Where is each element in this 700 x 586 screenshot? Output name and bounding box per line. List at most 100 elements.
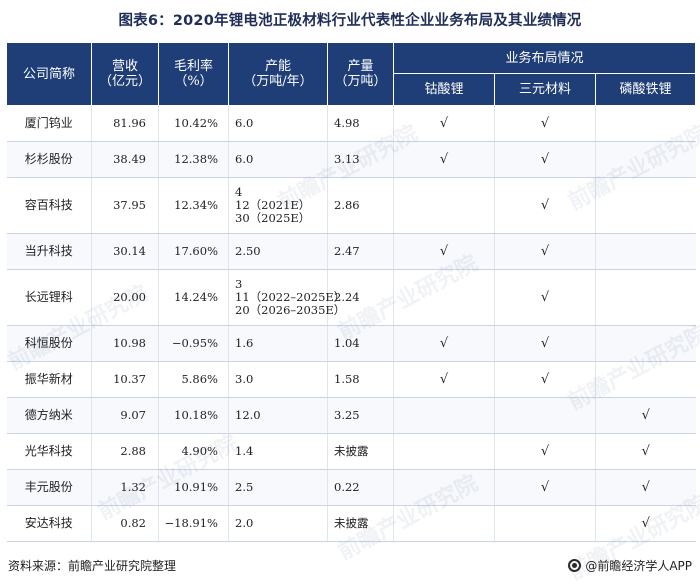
lfp-check: √ [595, 469, 696, 506]
output-cell: 3.25 [327, 397, 394, 434]
lco-check [393, 177, 495, 234]
margin-cell: 12.34% [158, 177, 229, 234]
ncm-check: √ [494, 325, 596, 362]
lco-check [393, 269, 495, 326]
company-name: 当升科技 [6, 233, 92, 270]
capacity-line: 2.50 [235, 244, 261, 258]
lfp-check: √ [595, 433, 696, 470]
lfp-check: √ [595, 397, 696, 434]
table-row: 杉杉股份 38.49 12.38% 6.0 3.13 √ √ [6, 141, 696, 178]
source-note: 资料来源：前瞻产业研究院整理 [8, 559, 177, 573]
table-row: 厦门钨业 81.96 10.42% 6.0 4.98 √ √ [6, 105, 696, 142]
company-name: 长远锂科 [6, 269, 92, 326]
company-name: 振华新材 [6, 361, 92, 398]
data-table: 公司简称 营收 （亿元） 毛利率 （%） 产能 （万吨/年） 产量 （万吨） 业… [6, 42, 697, 542]
table-row: 振华新材 10.37 5.86% 3.0 1.58 √ √ [6, 361, 696, 398]
company-name: 丰元股份 [6, 469, 92, 506]
capacity-cell: 4 12（2021E） 30（2025E） [228, 177, 328, 234]
header-margin-line2: （%） [174, 74, 213, 89]
output-cell: 未披露 [327, 505, 394, 542]
table-row: 当升科技 30.14 17.60% 2.50 2.47 √ √ [6, 233, 696, 270]
lfp-check: √ [595, 505, 696, 542]
company-name: 科恒股份 [6, 325, 92, 362]
ncm-check: √ [494, 105, 596, 142]
company-name: 安达科技 [6, 505, 92, 542]
table-row: 丰元股份 1.32 10.91% 2.5 0.22 √ √ [6, 469, 696, 506]
capacity-cell: 2.0 [228, 505, 328, 542]
margin-cell: 10.18% [158, 397, 229, 434]
lco-check [393, 505, 495, 542]
output-cell: 0.22 [327, 469, 394, 506]
header-capacity: 产能 （万吨/年） [228, 42, 328, 106]
header-lfp: 磷酸铁锂 [594, 73, 697, 106]
revenue-cell: 81.96 [91, 105, 159, 142]
lfp-check [595, 325, 696, 362]
header-revenue-line2: （亿元） [98, 74, 151, 89]
revenue-cell: 1.32 [91, 469, 159, 506]
margin-cell: −18.91% [158, 505, 229, 542]
capacity-cell: 3 11（2022–2025E） 20（2026–2035E） [228, 269, 346, 326]
lfp-check [595, 269, 696, 326]
capacity-line: 6.0 [235, 116, 254, 130]
ncm-check: √ [494, 269, 596, 326]
output-cell: 2.47 [327, 233, 394, 270]
margin-cell: 4.90% [158, 433, 229, 470]
capacity-line: 3.0 [235, 372, 254, 386]
ncm-check: √ [494, 361, 596, 398]
ncm-check: √ [494, 469, 596, 506]
header-revenue-line1: 营收 [111, 59, 138, 74]
company-name: 德方纳米 [6, 397, 92, 434]
lco-check: √ [393, 233, 495, 270]
lco-check: √ [393, 325, 495, 362]
header-capacity-line2: （万吨/年） [243, 74, 313, 89]
header-revenue: 营收 （亿元） [91, 42, 159, 106]
header-capacity-line1: 产能 [264, 59, 291, 74]
capacity-cell: 6.0 [228, 141, 328, 178]
lfp-check [595, 233, 696, 270]
output-cell: 2.24 [327, 269, 394, 326]
lfp-check [595, 105, 696, 142]
margin-cell: 14.24% [158, 269, 229, 326]
capacity-cell: 2.5 [228, 469, 328, 506]
header-margin: 毛利率 （%） [158, 42, 229, 106]
table-row: 安达科技 0.82 −18.91% 2.0 未披露 √ [6, 505, 696, 542]
lco-check [393, 433, 495, 470]
output-cell: 2.86 [327, 177, 394, 234]
output-cell: 未披露 [327, 433, 394, 470]
table-row: 长远锂科 20.00 14.24% 3 11（2022–2025E） 20（2026–20… [6, 269, 696, 326]
header-business: 业务布局情况 [392, 42, 697, 74]
header-company: 公司简称 [6, 42, 92, 106]
lco-check: √ [393, 105, 495, 142]
capacity-cell: 1.6 [228, 325, 328, 362]
output-cell: 1.58 [327, 361, 394, 398]
margin-cell: 17.60% [158, 233, 229, 270]
revenue-cell: 10.98 [91, 325, 159, 362]
capacity-line: 12.0 [235, 408, 261, 422]
brand-credit: @前瞻经济学人APP [568, 557, 692, 574]
ncm-check: √ [494, 433, 596, 470]
table-header: 公司简称 营收 （亿元） 毛利率 （%） 产能 （万吨/年） 产量 （万吨） 业… [6, 42, 697, 106]
table-row: 容百科技 37.95 12.34% 4 12（2021E） 30（2025E） 2.86 √ [6, 177, 696, 234]
table-row: 德方纳米 9.07 10.18% 12.0 3.25 √ [6, 397, 696, 434]
capacity-line: 20（2026–2035E） [235, 303, 346, 317]
header-output-line1: 产量 [347, 59, 374, 74]
margin-cell: 5.86% [158, 361, 229, 398]
ncm-check: √ [494, 233, 596, 270]
page-title: 图表6：2020年锂电池正极材料行业代表性企业业务布局及其业绩情况 [118, 13, 582, 29]
lfp-check [595, 177, 696, 234]
lco-check [393, 397, 495, 434]
ncm-check: √ [494, 141, 596, 178]
header-lco: 钴酸锂 [393, 73, 495, 106]
company-name: 容百科技 [6, 177, 92, 234]
capacity-cell: 1.4 [228, 433, 328, 470]
table-body: 厦门钨业 81.96 10.42% 6.0 4.98 √ √ 杉杉股份 38.49 12.38% 6… [6, 105, 696, 542]
capacity-cell: 2.50 [228, 233, 328, 270]
capacity-line: 1.6 [235, 336, 254, 350]
capacity-cell: 3.0 [228, 361, 328, 398]
capacity-cell: 6.0 [228, 105, 328, 142]
header-output: 产量 （万吨） [327, 42, 394, 106]
margin-cell: 10.91% [158, 469, 229, 506]
revenue-cell: 20.00 [91, 269, 159, 326]
margin-cell: 10.42% [158, 105, 229, 142]
company-name: 厦门钨业 [6, 105, 92, 142]
